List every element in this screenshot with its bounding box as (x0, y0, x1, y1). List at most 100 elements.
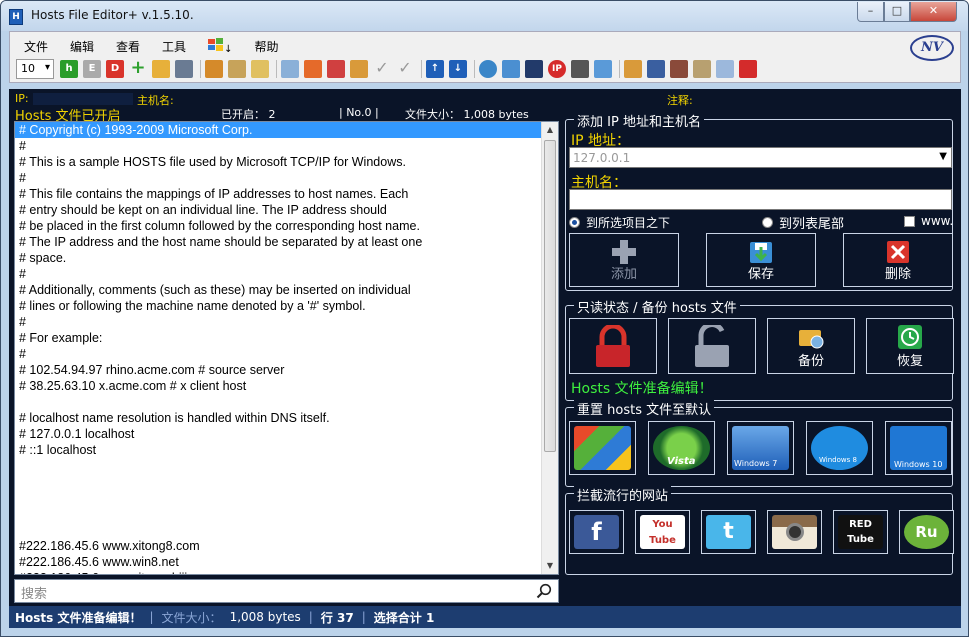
lock-icon[interactable] (693, 60, 711, 78)
lock-readonly-button[interactable] (569, 318, 657, 374)
package-icon[interactable] (670, 60, 688, 78)
reset-windows-vista-button[interactable]: Vista (648, 421, 715, 475)
editor-line[interactable]: # 38.25.63.10 x.acme.com # x client host (15, 378, 541, 394)
unlock-button[interactable] (668, 318, 756, 374)
hosts-editor[interactable]: # Copyright (c) 1993-2009 Microsoft Corp… (14, 121, 559, 575)
search-icon[interactable] (536, 583, 552, 599)
move-down-icon[interactable]: ↓ (449, 60, 467, 78)
grid-icon[interactable] (525, 60, 543, 78)
block-facebook-button[interactable]: f (569, 510, 624, 554)
editor-line[interactable]: #222.186.45.6 www.xitong8.com (15, 538, 541, 554)
check-icon[interactable]: ✓ (373, 60, 391, 78)
scroll-thumb[interactable] (544, 140, 556, 452)
editor-line[interactable] (15, 474, 541, 490)
checkbox-www[interactable] (904, 215, 915, 227)
import-icon[interactable] (281, 60, 299, 78)
editor-line[interactable]: # space. (15, 250, 541, 266)
minimize-button[interactable]: – (857, 2, 884, 22)
add-icon[interactable]: + (129, 59, 147, 78)
editor-line[interactable]: # Copyright (c) 1993-2009 Microsoft Corp… (15, 122, 541, 138)
block-icon[interactable] (647, 60, 665, 78)
editor-line[interactable] (15, 490, 541, 506)
block-instagram-button[interactable] (767, 510, 822, 554)
editor-text[interactable]: # Copyright (c) 1993-2009 Microsoft Corp… (15, 122, 541, 574)
search-box[interactable]: 搜索 (14, 579, 559, 603)
editor-line[interactable]: # 127.0.0.1 localhost (15, 426, 541, 442)
editor-line[interactable]: # localhost name resolution is handled w… (15, 410, 541, 426)
edit-e-icon[interactable]: E (83, 60, 101, 78)
menu-help[interactable]: 帮助 (240, 36, 286, 56)
editor-line[interactable]: # This is a sample HOSTS file used by Mi… (15, 154, 541, 170)
delete-button[interactable]: 删除 (843, 233, 953, 287)
dns-icon[interactable] (571, 60, 589, 78)
clean-icon[interactable] (624, 60, 642, 78)
editor-line[interactable]: # lines or following the machine name de… (15, 298, 541, 314)
delete-d-icon[interactable]: D (106, 60, 124, 78)
tools-icon[interactable] (205, 60, 223, 78)
host-name-field[interactable] (569, 189, 952, 210)
menu-file[interactable]: 文件 (10, 36, 56, 56)
frame-icon[interactable] (594, 60, 612, 78)
editor-line[interactable]: # (15, 138, 541, 154)
save-button[interactable]: 保存 (706, 233, 816, 287)
scroll-down-arrow-icon[interactable]: ▼ (542, 558, 558, 574)
export-icon[interactable] (304, 60, 322, 78)
editor-line[interactable]: # Additionally, comments (such as these)… (15, 282, 541, 298)
block-youtube-button[interactable]: You Tube (635, 510, 690, 554)
editor-line[interactable]: # (15, 346, 541, 362)
option-below-selected[interactable]: 到所选项目之下 (569, 214, 670, 231)
editor-line[interactable]: # (15, 170, 541, 186)
block-twitter-button[interactable]: t (701, 510, 756, 554)
font-size-select[interactable]: 10 (16, 59, 54, 79)
reset-windows-7-button[interactable]: Windows 7 (727, 421, 794, 475)
editor-line[interactable]: # For example: (15, 330, 541, 346)
editor-line[interactable]: # be placed in the first column followed… (15, 218, 541, 234)
reset-windows-10-button[interactable]: Windows 10 (885, 421, 952, 475)
clear-icon[interactable] (327, 60, 345, 78)
globe-icon[interactable] (479, 60, 497, 78)
editor-line[interactable]: #222.186.45.6 www.xitongzhijia.cc (15, 570, 541, 574)
merge-icon[interactable] (350, 60, 368, 78)
editor-line[interactable] (15, 506, 541, 522)
edit-note-icon[interactable] (228, 60, 246, 78)
open-folder-icon[interactable] (152, 60, 170, 78)
add-button[interactable]: 添加 (569, 233, 679, 287)
scroll-up-arrow-icon[interactable]: ▲ (542, 122, 558, 138)
editor-line[interactable]: # This file contains the mappings of IP … (15, 186, 541, 202)
option-www[interactable]: www. (904, 214, 953, 228)
ip-address-combo[interactable]: 127.0.0.1 ▼ (569, 147, 952, 168)
dropdown-arrow-icon[interactable]: ▼ (939, 151, 947, 162)
expand-icon[interactable] (716, 60, 734, 78)
menu-tools[interactable]: 工具 (148, 36, 194, 56)
notes-icon[interactable] (251, 60, 269, 78)
editor-line[interactable] (15, 394, 541, 410)
block-redtube-button[interactable]: RED Tube (833, 510, 888, 554)
editor-line[interactable] (15, 522, 541, 538)
reset-windows-8-button[interactable]: Windows 8 (806, 421, 873, 475)
radio-below-selected[interactable] (569, 217, 580, 228)
editor-line[interactable]: # entry should be kept on an individual … (15, 202, 541, 218)
ip-icon[interactable]: IP (548, 60, 566, 78)
menu-edit[interactable]: 编辑 (56, 36, 102, 56)
editor-line[interactable]: #222.186.45.6 www.win8.net (15, 554, 541, 570)
option-end-of-list[interactable]: 到列表尾部 (762, 213, 844, 232)
network-icon[interactable] (502, 60, 520, 78)
editor-line[interactable]: # ::1 localhost (15, 442, 541, 458)
save-disk-icon[interactable] (175, 60, 193, 78)
editor-line[interactable]: # (15, 266, 541, 282)
reset-windows-xp-button[interactable] (569, 421, 636, 475)
search-input[interactable]: 搜索 (21, 583, 47, 602)
maximize-button[interactable]: □ (884, 2, 910, 22)
block-rutracker-button[interactable]: Ru (899, 510, 954, 554)
language-flag-icon[interactable] (739, 60, 757, 78)
restore-button[interactable]: 恢复 (866, 318, 954, 374)
check-all-icon[interactable]: ✓ (396, 60, 414, 78)
vertical-scrollbar[interactable]: ▲ ▼ (541, 122, 558, 574)
editor-line[interactable] (15, 458, 541, 474)
close-button[interactable]: ✕ (910, 2, 957, 22)
backup-button[interactable]: 备份 (767, 318, 855, 374)
editor-line[interactable]: # 102.54.94.97 rhino.acme.com # source s… (15, 362, 541, 378)
editor-line[interactable]: # (15, 314, 541, 330)
radio-end-of-list[interactable] (762, 217, 773, 228)
hosts-h-icon[interactable]: h (60, 60, 78, 78)
